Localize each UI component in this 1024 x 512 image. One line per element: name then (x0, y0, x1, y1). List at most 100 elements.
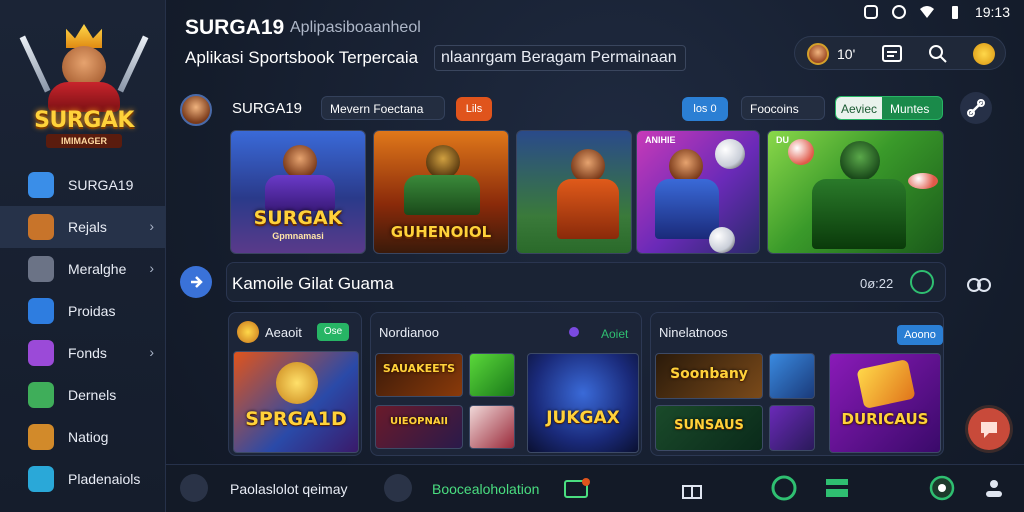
sword-icon (19, 35, 51, 93)
coin-icon (276, 362, 318, 404)
link-icon (967, 99, 985, 117)
toggle-left-label[interactable]: Aeviec (836, 97, 882, 119)
wallet-icon[interactable] (824, 476, 850, 500)
search-icon[interactable] (927, 43, 949, 65)
sidebar-item-label: SURGA19 (68, 177, 134, 193)
arrow-icon (191, 276, 203, 288)
banner-card[interactable]: GUHENOIOL (373, 130, 509, 254)
filter-tag-coins[interactable]: Foocoins (741, 96, 825, 120)
avatar[interactable] (807, 43, 829, 65)
section-arrow-button[interactable] (180, 266, 212, 298)
sidebar-item[interactable]: Fonds › (0, 332, 166, 374)
clock: 19:13 (974, 4, 1010, 20)
sports-icon[interactable] (770, 474, 798, 502)
tagline-chip[interactable]: nlaanrgam Beragam Permainaan (434, 45, 686, 71)
card-badge: Ose (317, 323, 349, 341)
live-badge[interactable]: Lils (456, 97, 492, 121)
game-title: SUNSAUS (674, 418, 744, 433)
section-count: 0ø:22 (860, 276, 894, 291)
game-tile[interactable]: UIEOPNAII (375, 405, 463, 449)
sidebar-item-label: Meralghe (68, 261, 127, 277)
chat-icon (981, 422, 997, 438)
game-tile[interactable]: Soonbany (655, 353, 763, 399)
banner-title: SURGAK (253, 207, 343, 229)
card-heading: Nordianoo (379, 325, 439, 340)
game-tile[interactable]: JUKGAX (527, 353, 639, 453)
game-card[interactable]: Ninelatnoos Aoono Soonbany SUNSAUS DURIC… (650, 312, 944, 456)
banner-sub: Gpmnamasi (272, 231, 324, 241)
sidebar-item-label: Pladenaiols (68, 471, 141, 487)
hero-icon (840, 141, 880, 181)
sidebar-item[interactable]: Pladenaiols (0, 458, 166, 500)
chat-fab-button[interactable] (968, 408, 1010, 450)
brand-logo[interactable]: SURGAK IMIMAGER (18, 20, 150, 150)
sidebar-item-label: Dernels (68, 387, 117, 403)
game-card[interactable]: Aeaoit Ose SPRGA1D (228, 312, 362, 456)
gift-icon[interactable] (680, 478, 704, 500)
sync-icon (891, 5, 906, 19)
sidebar-item-label: Proidas (68, 303, 116, 319)
game-title: SAUAKEETS (382, 362, 456, 375)
coin-icon[interactable] (973, 43, 995, 65)
toolbar-name: SURGA19 (232, 100, 303, 117)
football-icon (715, 139, 745, 169)
sidebar-item[interactable]: Proidas (0, 290, 166, 332)
chip-icon (908, 173, 938, 189)
fan-icon[interactable] (180, 474, 208, 502)
trophy-icon (237, 321, 259, 343)
sword-icon (117, 35, 149, 93)
game-tile[interactable] (769, 353, 815, 399)
sidebar-item[interactable]: Natiog (0, 416, 166, 458)
sidebar-item[interactable]: Dernels (0, 374, 166, 416)
card-badge: Aoiet (601, 327, 629, 341)
refresh-icon[interactable] (910, 270, 934, 294)
chevron-left-icon[interactable] (384, 474, 412, 502)
game-tile[interactable] (469, 353, 515, 397)
game-title: UIEOPNAII (389, 416, 449, 427)
card-badge: Aoono (897, 325, 943, 345)
hero-icon (283, 145, 317, 179)
bottom-item-1[interactable]: Paolaslolot qeimay (230, 481, 348, 497)
game-tile[interactable]: DURICAUS (829, 353, 941, 453)
profile-icon[interactable] (982, 476, 1006, 500)
game-tile[interactable]: SPRGA1D (233, 351, 359, 453)
hero-icon (426, 145, 460, 179)
player-body (655, 179, 719, 239)
filter-tag[interactable]: Mevern Foectana (321, 96, 445, 120)
game-tile[interactable]: SUNSAUS (655, 405, 763, 451)
banner-card[interactable]: SURGAK Gpmnamasi (230, 130, 366, 254)
banner-card[interactable]: DU (767, 130, 944, 254)
banner-card[interactable]: ANIHIE (636, 130, 760, 254)
toggle-switch[interactable]: Aeviec Muntes (835, 96, 943, 120)
bottom-item-2[interactable]: Boocealoholation (432, 481, 539, 497)
app-window: SURGAK IMIMAGER SURGA19 Rejals › Meralghe › P… (0, 0, 1024, 512)
link-button[interactable] (960, 92, 992, 124)
wifi-icon (919, 6, 934, 18)
sidebar-item[interactable]: Meralghe › (0, 248, 166, 290)
hero-body (812, 179, 906, 249)
star-icon (28, 172, 54, 198)
user-avatar[interactable] (180, 94, 212, 126)
sidebar-item[interactable]: Rejals › (0, 206, 166, 248)
ticket-icon[interactable] (564, 478, 590, 500)
game-tile[interactable] (469, 405, 515, 449)
crown-icon (66, 24, 102, 48)
game-tile[interactable]: SAUAKEETS (375, 353, 463, 397)
battery-icon (951, 6, 958, 19)
hero-body (265, 175, 335, 211)
game-card[interactable]: Nordianoo Aoiet SAUAKEETS UIEOPNAII JUKG… (370, 312, 642, 456)
banner-card[interactable] (516, 130, 632, 254)
toggle-right-label[interactable]: Muntes (890, 97, 929, 121)
status-bar: 19:13 (863, 4, 1010, 20)
message-icon[interactable] (881, 43, 903, 65)
banner-tag: DU (776, 135, 789, 145)
football-icon (709, 227, 735, 253)
banner-title: GUHENOIOL (390, 223, 492, 241)
game-tile[interactable] (769, 405, 815, 451)
filter-tag-count[interactable]: los 0 (682, 97, 728, 121)
home-icon[interactable] (928, 474, 956, 502)
sidebar-item[interactable]: SURGA19 (0, 164, 166, 206)
link-icon[interactable] (966, 274, 992, 296)
sidebar-item-label: Rejals (68, 219, 107, 235)
banner-carousel: SURGAK Gpmnamasi GUHENOIOL ANIHIE DU (230, 130, 944, 254)
